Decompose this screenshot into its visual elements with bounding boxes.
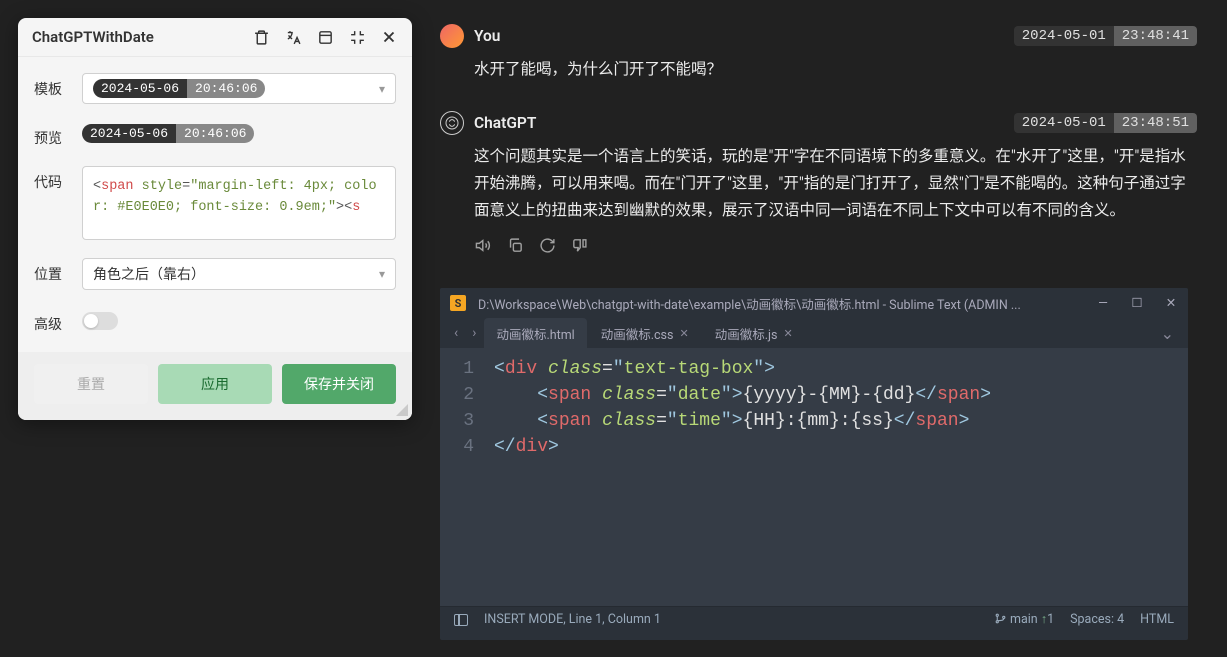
timestamp-badge: 2024-05-0123:48:41: [1014, 26, 1197, 46]
position-label: 位置: [34, 258, 82, 284]
nav-forward-icon[interactable]: ›: [466, 325, 482, 341]
chevron-down-icon[interactable]: ⌄: [1155, 324, 1180, 343]
editor-window: S D:\Workspace\Web\chatgpt-with-date\exa…: [440, 288, 1188, 640]
nav-back-icon[interactable]: ‹: [448, 325, 464, 341]
editor-lines: <div class="text-tag-box"> <span class="…: [484, 348, 1188, 606]
thumbs-down-icon[interactable]: [570, 237, 588, 255]
status-mode: INSERT MODE, Line 1, Column 1: [484, 612, 661, 627]
panel-header: ChatGPTWithDate: [18, 18, 412, 57]
code-textarea[interactable]: <span style="margin-left: 4px; color: #E…: [82, 166, 396, 240]
editor-gutter: 1234: [440, 348, 484, 606]
chevron-down-icon: ▾: [379, 82, 385, 96]
panel-toolbar: [252, 28, 398, 46]
editor-tab[interactable]: 动画徽标.css✕: [589, 318, 701, 349]
message-actions: [474, 237, 1197, 255]
translate-icon[interactable]: [284, 28, 302, 46]
window-icon[interactable]: [316, 28, 334, 46]
apply-button[interactable]: 应用: [158, 364, 272, 404]
resize-grip[interactable]: [396, 404, 408, 416]
collapse-icon[interactable]: [348, 28, 366, 46]
chevron-down-icon: ▾: [379, 267, 385, 281]
code-label: 代码: [34, 166, 82, 192]
tab-close-icon[interactable]: ✕: [679, 327, 688, 340]
editor-titlebar[interactable]: S D:\Workspace\Web\chatgpt-with-date\exa…: [440, 288, 1188, 318]
author-label: ChatGPT: [474, 114, 536, 132]
maximize-icon[interactable]: ☐: [1130, 295, 1144, 311]
chat-message: ChatGPT 2024-05-0123:48:51 这个问题其实是一个语言上的…: [440, 111, 1197, 254]
preview-label: 预览: [34, 122, 82, 148]
template-label: 模板: [34, 73, 82, 99]
avatar: [440, 111, 464, 135]
message-body: 这个问题其实是一个语言上的笑话，玩的是"开"字在不同语境下的多重意义。在"水开了…: [474, 143, 1197, 224]
advanced-label: 高级: [34, 308, 82, 334]
editor-statusbar: INSERT MODE, Line 1, Column 1 main ↑1 Sp…: [440, 606, 1188, 632]
position-select[interactable]: 角色之后（靠右） ▾: [82, 258, 396, 290]
author-label: You: [474, 27, 500, 45]
status-spaces[interactable]: Spaces: 4: [1070, 612, 1124, 627]
close-icon[interactable]: ✕: [1164, 295, 1178, 311]
template-badge-time: 20:46:06: [187, 79, 265, 98]
settings-panel: ChatGPTWithDate 模板 2024-05-0620:46:06 ▾ …: [18, 18, 412, 420]
panel-footer: 重置 应用 保存并关闭: [18, 352, 412, 420]
timestamp-badge: 2024-05-0123:48:51: [1014, 113, 1197, 133]
sublime-logo-icon: S: [450, 295, 466, 311]
status-lang[interactable]: HTML: [1140, 612, 1174, 627]
advanced-toggle[interactable]: [82, 312, 118, 330]
preview-badge: 2024-05-0620:46:06: [82, 124, 254, 143]
tab-close-icon[interactable]: ✕: [783, 327, 792, 340]
avatar: [440, 24, 464, 48]
reset-button[interactable]: 重置: [34, 364, 148, 404]
close-icon[interactable]: [380, 28, 398, 46]
speaker-icon[interactable]: [474, 237, 492, 255]
panel-toggle-icon[interactable]: [454, 614, 468, 626]
trash-icon[interactable]: [252, 28, 270, 46]
template-select[interactable]: 2024-05-0620:46:06 ▾: [82, 73, 396, 104]
editor-tabs: ‹ › 动画徽标.html 动画徽标.css✕ 动画徽标.js✕ ⌄: [440, 318, 1188, 348]
editor-title: D:\Workspace\Web\chatgpt-with-date\examp…: [478, 294, 1086, 313]
editor-code[interactable]: 1234 <div class="text-tag-box"> <span cl…: [440, 348, 1188, 606]
panel-body: 模板 2024-05-0620:46:06 ▾ 预览 2024-05-0620:…: [18, 57, 412, 352]
chat-thread: You 2024-05-0123:48:41 水开了能喝，为什么门开了不能喝？ …: [440, 24, 1197, 283]
editor-tab[interactable]: 动画徽标.js✕: [703, 318, 805, 349]
minimize-icon[interactable]: ―: [1096, 295, 1110, 311]
copy-icon[interactable]: [506, 237, 524, 255]
editor-tab[interactable]: 动画徽标.html: [484, 318, 586, 349]
regenerate-icon[interactable]: [538, 237, 556, 255]
save-button[interactable]: 保存并关闭: [282, 364, 396, 404]
message-body: 水开了能喝，为什么门开了不能喝？: [474, 56, 1197, 83]
panel-title: ChatGPTWithDate: [32, 28, 252, 46]
template-badge-date: 2024-05-06: [93, 79, 187, 98]
git-branch[interactable]: main ↑1: [994, 612, 1054, 627]
chat-message: You 2024-05-0123:48:41 水开了能喝，为什么门开了不能喝？: [440, 24, 1197, 83]
